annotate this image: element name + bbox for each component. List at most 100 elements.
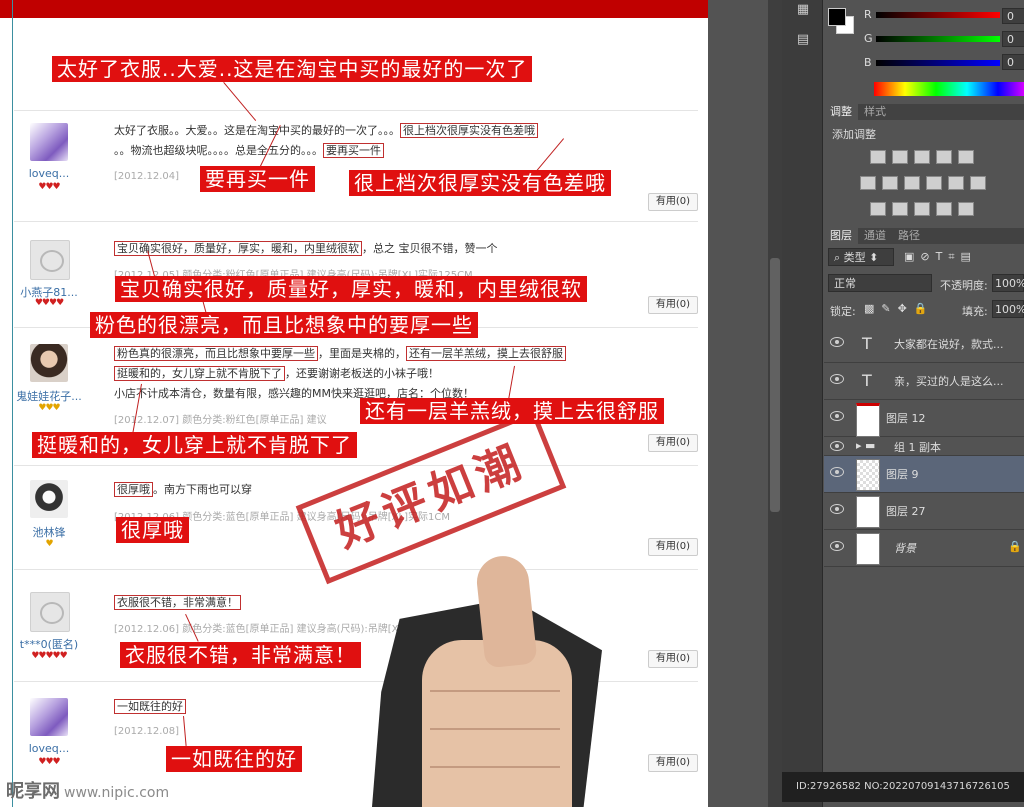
visibility-eye-icon[interactable] xyxy=(830,374,844,384)
rating-badges: ♥♥♥♥ xyxy=(34,298,64,308)
selective-color-icon[interactable] xyxy=(936,202,952,216)
username[interactable]: 池林锋 xyxy=(14,524,84,540)
review-text: 衣服很不错，非常满意！ xyxy=(114,593,674,613)
color-balance-icon[interactable] xyxy=(882,176,898,190)
visibility-eye-icon[interactable] xyxy=(830,337,844,347)
vibrance-icon[interactable] xyxy=(958,150,974,164)
useful-button[interactable]: 有用(0) xyxy=(648,193,698,211)
color-spectrum[interactable] xyxy=(874,82,1024,96)
channel-label: G xyxy=(864,32,873,45)
green-slider[interactable] xyxy=(876,36,1000,42)
layer-row[interactable]: ▸ ▬ 组 1 副本 xyxy=(824,437,1024,456)
opacity-label: 不透明度: xyxy=(940,279,988,292)
opacity-field[interactable]: 100% xyxy=(992,274,1024,292)
callout-label: 还有一层羊羔绒，摸上去很舒服 xyxy=(360,398,664,424)
useful-button[interactable]: 有用(0) xyxy=(648,296,698,314)
red-value-field[interactable]: 0 xyxy=(1002,8,1024,24)
visibility-eye-icon[interactable] xyxy=(830,504,844,514)
username[interactable]: t***0(匿名) xyxy=(14,636,84,652)
lock-icons[interactable]: ▩✎✥🔒 xyxy=(864,302,935,315)
scrollbar-thumb[interactable] xyxy=(770,258,780,512)
hue-saturation-icon[interactable] xyxy=(860,176,876,190)
history-icon[interactable]: ▦ xyxy=(794,2,812,18)
posterize-icon[interactable] xyxy=(892,202,908,216)
properties-icon[interactable]: ▤ xyxy=(794,32,812,48)
visibility-eye-icon[interactable] xyxy=(830,441,844,451)
visibility-eye-icon[interactable] xyxy=(830,541,844,551)
callout-label: 一如既往的好 xyxy=(166,746,302,772)
photoshop-panels: ▦ ▤ R 0 G 0 B 0 调整 样式 添加调整 图层 通道 路径 ⌕ 类型 ⬍ … xyxy=(782,0,1024,807)
layer-name: 亲，买过的人是这么... xyxy=(894,375,1004,388)
fill-field[interactable]: 100% xyxy=(992,300,1024,318)
brightness-icon[interactable] xyxy=(870,150,886,164)
text-layer-icon: T xyxy=(862,334,872,353)
curves-icon[interactable] xyxy=(914,150,930,164)
black-white-icon[interactable] xyxy=(904,176,920,190)
layer-filter-icons[interactable]: ▣⊘T⌗▤ xyxy=(904,250,977,264)
highlight-box: 挺暖和的，女儿穿上就不肯脱下了 xyxy=(114,366,285,381)
document-canvas[interactable]: loveq... ♥♥♥ 太好了衣服。。大爱。。这是在淘宝中买的最好的一次了。。… xyxy=(0,0,708,807)
lock-icon: 🔒 xyxy=(1008,540,1022,553)
watermark: 昵享网 www.nipic.com xyxy=(6,777,169,803)
avatar xyxy=(30,480,68,518)
foreground-color-swatch[interactable] xyxy=(828,8,846,26)
rating-badges: ♥♥♥ xyxy=(38,757,60,767)
layer-row-selected[interactable]: 图层 9 xyxy=(824,456,1024,493)
review-text: 太好了衣服。。大爱。。这是在淘宝中买的最好的一次了。。。 很上档次很厚实没有色差哦… xyxy=(114,121,674,161)
finger-line xyxy=(430,766,560,768)
filter-kind-label: 类型 xyxy=(843,251,866,264)
vertical-scrollbar[interactable] xyxy=(768,0,782,807)
rating-badges: ♥ xyxy=(45,539,53,549)
folder-icon[interactable]: ▸ ▬ xyxy=(856,439,875,452)
tab-paths[interactable]: 路径 xyxy=(892,228,926,244)
color-lookup-icon[interactable] xyxy=(970,176,986,190)
blue-slider[interactable] xyxy=(876,60,1000,66)
review-text: 宝贝确实很好，质量好，厚实，暖和，内里绒很软 ，总之 宝贝很不错，赞一个 xyxy=(114,239,674,259)
gradient-map-icon[interactable] xyxy=(958,202,974,216)
tab-layers[interactable]: 图层 xyxy=(824,228,858,244)
threshold-icon[interactable] xyxy=(914,202,930,216)
useful-button[interactable]: 有用(0) xyxy=(648,538,698,556)
adjustments-title: 添加调整 xyxy=(832,128,876,141)
callout-label: 很厚哦 xyxy=(116,517,189,543)
username[interactable]: loveq... xyxy=(14,742,84,755)
layer-row[interactable]: 图层 27 xyxy=(824,493,1024,530)
username[interactable]: loveq... xyxy=(14,167,84,180)
tab-adjustments[interactable]: 调整 xyxy=(824,104,858,120)
layer-thumbnail xyxy=(856,496,880,528)
red-slider[interactable] xyxy=(876,12,1000,18)
rating-badges: ♥♥♥♥♥ xyxy=(31,651,67,661)
finger-line xyxy=(430,728,560,730)
invert-icon[interactable] xyxy=(870,202,886,216)
layer-filter-select[interactable]: ⌕ 类型 ⬍ xyxy=(828,248,894,266)
layer-row[interactable]: T 亲，买过的人是这么... xyxy=(824,363,1024,400)
levels-icon[interactable] xyxy=(892,150,908,164)
header-red-bar xyxy=(0,0,708,18)
channel-mixer-icon[interactable] xyxy=(948,176,964,190)
photo-filter-icon[interactable] xyxy=(926,176,942,190)
layer-row[interactable]: 图层 12 xyxy=(824,400,1024,437)
layer-row[interactable]: 背景 🔒 xyxy=(824,530,1024,567)
exposure-icon[interactable] xyxy=(936,150,952,164)
useful-button[interactable]: 有用(0) xyxy=(648,650,698,668)
blend-mode-select[interactable]: 正常 xyxy=(828,274,932,292)
username[interactable]: 鬼娃娃花子... xyxy=(14,388,84,404)
highlight-box: 还有一层羊羔绒，摸上去很舒服 xyxy=(406,346,566,361)
useful-button[interactable]: 有用(0) xyxy=(648,434,698,452)
layer-thumbnail xyxy=(856,533,880,565)
review-meta: [2012.12.06] 颜色分类:蓝色[原单正品] 建议身高(尺码):吊牌[X… xyxy=(114,624,441,635)
channel-label: R xyxy=(864,8,872,21)
review-date: [2012.12.04] xyxy=(114,171,180,182)
panel-icon-strip: ▦ ▤ xyxy=(782,0,823,807)
tab-styles[interactable]: 样式 xyxy=(858,104,892,120)
avatar xyxy=(30,123,68,161)
visibility-eye-icon[interactable] xyxy=(830,467,844,477)
useful-button[interactable]: 有用(0) xyxy=(648,754,698,772)
layer-name: 背景 xyxy=(894,542,916,555)
layer-row[interactable]: T 大家都在说好，款式... xyxy=(824,326,1024,363)
lock-label: 锁定: xyxy=(830,305,856,318)
tab-channels[interactable]: 通道 xyxy=(858,228,892,244)
visibility-eye-icon[interactable] xyxy=(830,411,844,421)
blue-value-field[interactable]: 0 xyxy=(1002,54,1024,70)
green-value-field[interactable]: 0 xyxy=(1002,31,1024,47)
